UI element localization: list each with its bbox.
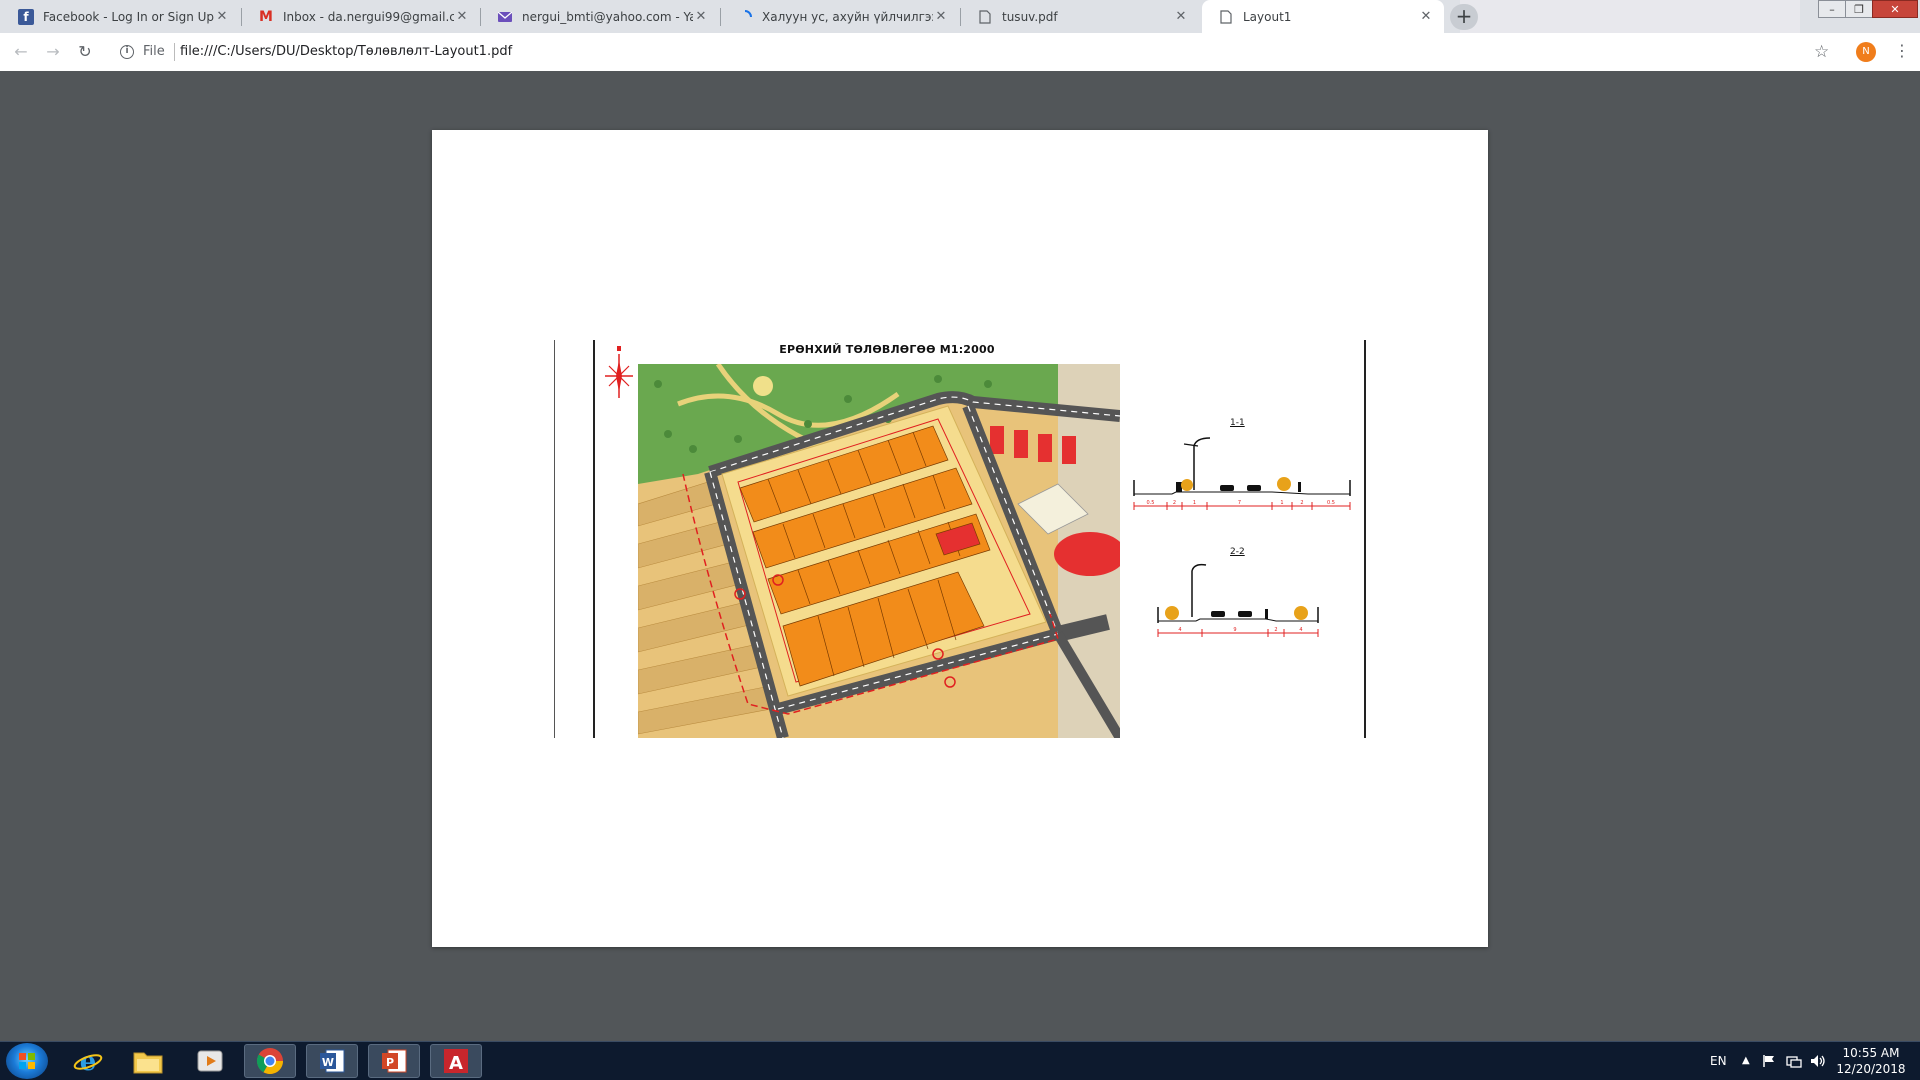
new-tab-button[interactable]: + <box>1450 4 1478 30</box>
clock-date: 12/20/2018 <box>1836 1062 1906 1076</box>
show-hidden-icons-icon[interactable]: ▲ <box>1742 1041 1750 1080</box>
dimension-label: 2 <box>1300 500 1303 506</box>
url-text[interactable]: file:///C:/Users/DU/Desktop/Төлөвлөлт-La… <box>180 44 512 59</box>
dimension-label: 1 <box>1280 500 1283 506</box>
tab-yahoo-mail[interactable]: nergui_bmti@yahoo.com - Yahoo ✕ <box>481 0 719 33</box>
clock-time: 10:55 AM <box>1842 1046 1900 1060</box>
dimension-label: 4 <box>1178 627 1181 633</box>
action-center-flag-icon[interactable] <box>1762 1041 1776 1080</box>
svg-text:e: e <box>80 1047 97 1076</box>
word-icon[interactable]: W <box>306 1044 358 1078</box>
windows-logo-icon <box>19 1053 35 1069</box>
close-tab-icon[interactable]: ✕ <box>933 9 949 24</box>
language-indicator[interactable]: EN <box>1710 1041 1727 1080</box>
profile-avatar[interactable]: N <box>1856 42 1876 62</box>
facebook-icon: f <box>18 8 34 25</box>
document-icon <box>1218 9 1234 25</box>
network-icon[interactable] <box>1786 1041 1802 1080</box>
dimension-label: 9 <box>1233 627 1236 633</box>
road-section-2-2: 2-2 4924 <box>1156 547 1336 647</box>
north-arrow-icon <box>605 346 633 398</box>
tab-gmail[interactable]: M Inbox - da.nergui99@gmail.com ✕ <box>242 0 480 33</box>
tab-layout1[interactable]: Layout1 ✕ <box>1202 0 1444 33</box>
tab-label: Layout1 <box>1243 9 1292 24</box>
divider <box>174 43 175 61</box>
forward-button[interactable]: → <box>42 41 64 63</box>
dimension-label: 2 <box>1173 500 1176 506</box>
tab-strip-background <box>1460 0 1800 33</box>
section-2-2-drawing: 4 9 2 4 <box>1157 563 1319 637</box>
dimension-label: 1 <box>1193 500 1196 506</box>
tab-hot-water[interactable]: Халуун ус, ахуйн үйлчилгээний ✕ <box>721 0 959 33</box>
close-tab-icon[interactable]: ✕ <box>693 9 709 24</box>
tab-tusuv-pdf[interactable]: tusuv.pdf ✕ <box>961 0 1199 33</box>
frame-line <box>593 340 595 738</box>
frame-line <box>1364 340 1366 738</box>
dimension-label: 7 <box>1238 500 1241 506</box>
dimension-label: 0.5 <box>1147 500 1155 506</box>
info-icon[interactable]: i <box>120 45 134 59</box>
bookmark-star-icon[interactable]: ☆ <box>1814 42 1829 62</box>
tab-facebook[interactable]: f Facebook - Log In or Sign Up ✕ <box>2 0 240 33</box>
reload-button[interactable]: ↻ <box>74 41 96 63</box>
section-1-1-drawing: 0.5 2 1 7 1 2 0.5 <box>1133 437 1351 510</box>
pdf-page: ЕРӨНХИЙ ТӨЛӨВЛӨГӨӨ М1:2000 1-1 0.5 2 1 7… <box>432 130 1488 947</box>
frame-line <box>554 340 555 738</box>
file-explorer-icon[interactable] <box>122 1044 174 1078</box>
loading-spinner-icon <box>737 9 753 25</box>
svg-text:W: W <box>322 1056 334 1069</box>
dimension-label: 2 <box>1274 627 1277 633</box>
close-tab-icon[interactable]: ✕ <box>1173 9 1189 24</box>
scheme-chip: File <box>143 44 165 59</box>
road-section-1-1: 1-1 0.5 2 1 7 1 2 0.5 <box>1132 418 1352 518</box>
tab-strip: f Facebook - Log In or Sign Up ✕ M Inbox… <box>0 0 1920 33</box>
back-button[interactable]: ← <box>10 41 32 63</box>
menu-kebab-icon[interactable]: ⋮ <box>1894 41 1910 60</box>
yahoo-mail-icon <box>497 9 513 25</box>
address-bar[interactable]: i File file:///C:/Users/DU/Desktop/Төлөв… <box>108 37 1798 67</box>
media-player-icon[interactable] <box>184 1044 236 1078</box>
autocad-icon[interactable]: A <box>430 1044 482 1078</box>
volume-icon[interactable] <box>1810 1041 1826 1080</box>
browser-toolbar: ← → ↻ i File file:///C:/Users/DU/Desktop… <box>0 33 1920 72</box>
tab-label: Inbox - da.nergui99@gmail.com <box>283 9 454 24</box>
close-tab-icon[interactable]: ✕ <box>1418 9 1434 24</box>
close-window-button[interactable]: ✕ <box>1872 0 1918 18</box>
tab-label: Facebook - Log In or Sign Up <box>43 9 214 24</box>
svg-text:A: A <box>449 1053 463 1074</box>
maximize-button[interactable]: ❐ <box>1845 0 1873 18</box>
drawing-title: ЕРӨНХИЙ ТӨЛӨВЛӨГӨӨ М1:2000 <box>779 343 995 356</box>
minimize-button[interactable]: – <box>1818 0 1846 18</box>
tab-label: nergui_bmti@yahoo.com - Yahoo <box>522 9 693 24</box>
powerpoint-icon[interactable]: P <box>368 1044 420 1078</box>
close-tab-icon[interactable]: ✕ <box>214 9 230 24</box>
chrome-icon[interactable] <box>244 1044 296 1078</box>
document-icon <box>977 9 993 25</box>
system-clock[interactable]: 10:55 AM 12/20/2018 <box>1828 1045 1914 1077</box>
master-plan-drawing <box>638 364 1120 738</box>
windows-taskbar: e W P A EN ▲ 10:55 AM 12/20/2018 <box>0 1041 1920 1080</box>
internet-explorer-icon[interactable]: e <box>62 1044 114 1078</box>
pdf-viewer[interactable]: ЕРӨНХИЙ ТӨЛӨВЛӨГӨӨ М1:2000 1-1 0.5 2 1 7… <box>0 71 1920 1041</box>
tab-label: tusuv.pdf <box>1002 9 1058 24</box>
taskbar-edge <box>0 1041 1920 1042</box>
gmail-icon: M <box>259 8 273 25</box>
close-tab-icon[interactable]: ✕ <box>454 9 470 24</box>
tab-label: Халуун ус, ахуйн үйлчилгээний <box>762 9 933 24</box>
start-button[interactable] <box>6 1043 48 1079</box>
svg-text:P: P <box>386 1056 394 1069</box>
dimension-label: 0.5 <box>1327 500 1335 506</box>
dimension-label: 4 <box>1299 627 1302 633</box>
